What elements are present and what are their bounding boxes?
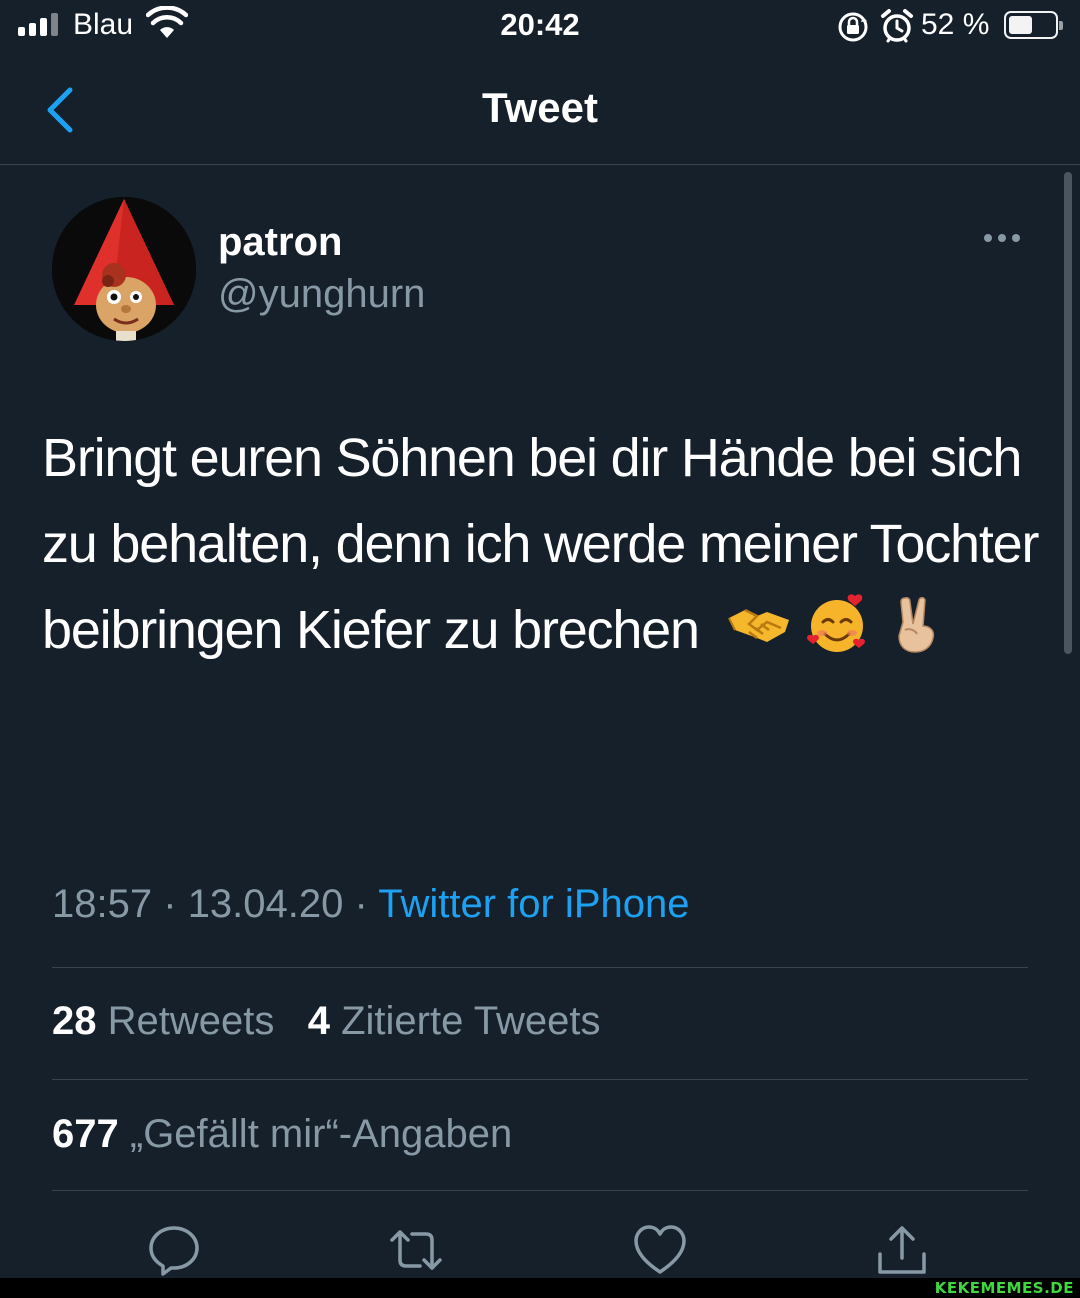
meta-separator: · — [163, 882, 177, 926]
victory-hand-emoji — [897, 597, 934, 653]
divider — [52, 1079, 1028, 1080]
scroll-indicator — [1064, 172, 1072, 654]
retweet-icon[interactable] — [388, 1222, 444, 1278]
display-name[interactable]: patron — [218, 220, 342, 265]
status-time: 20:42 — [500, 7, 580, 42]
share-icon[interactable] — [874, 1222, 930, 1278]
user-handle[interactable]: @yunghurn — [218, 272, 425, 317]
quotes-stat[interactable]: 4 Zitierte Tweets — [308, 999, 601, 1043]
likes-label: „Gefällt mir“-Angaben — [129, 1112, 513, 1156]
tweet-source-link[interactable]: Twitter for iPhone — [378, 882, 689, 926]
retweets-label: Retweets — [107, 999, 275, 1043]
tweet-meta: 18:57 · 13.04.20 · Twitter for iPhone — [52, 882, 689, 927]
battery-percentage: 52 % — [921, 8, 990, 41]
avatar[interactable] — [52, 197, 196, 341]
retweet-stats: 28 Retweets 4 Zitierte Tweets — [52, 999, 600, 1044]
page-title: Tweet — [482, 84, 598, 131]
retweets-count: 28 — [52, 999, 97, 1043]
more-options-icon[interactable] — [984, 234, 1024, 250]
like-icon[interactable] — [632, 1222, 688, 1278]
status-bar: Blau 20:42 52 % — [0, 0, 1080, 52]
divider — [52, 967, 1028, 968]
meta-separator: · — [354, 882, 368, 926]
watermark-strip — [0, 1278, 1080, 1298]
smiling-face-with-hearts-emoji — [806, 594, 865, 652]
quotes-count: 4 — [307, 999, 330, 1043]
tweet-time: 18:57 — [52, 882, 153, 926]
gnome-avatar-image — [52, 197, 196, 341]
navigation-bar: Tweet — [0, 52, 1080, 165]
tweet-body: Bringt euren Söhnen bei dir Hände bei si… — [42, 415, 1042, 673]
battery-icon — [1004, 11, 1063, 39]
tweet-date: 13.04.20 — [187, 882, 344, 926]
reply-icon[interactable] — [146, 1222, 202, 1278]
emoji-group — [727, 592, 947, 656]
alarm-icon — [881, 9, 913, 43]
divider — [52, 1190, 1028, 1191]
likes-stat[interactable]: 677 „Gefällt mir“-Angaben — [52, 1112, 512, 1157]
likes-count: 677 — [52, 1112, 119, 1156]
retweets-stat[interactable]: 28 Retweets — [52, 999, 274, 1043]
handshake-emoji — [727, 608, 789, 642]
watermark: KEKEMEMES.DE — [934, 1279, 1074, 1297]
orientation-lock-icon — [838, 12, 868, 42]
quotes-label: Zitierte Tweets — [341, 999, 601, 1043]
